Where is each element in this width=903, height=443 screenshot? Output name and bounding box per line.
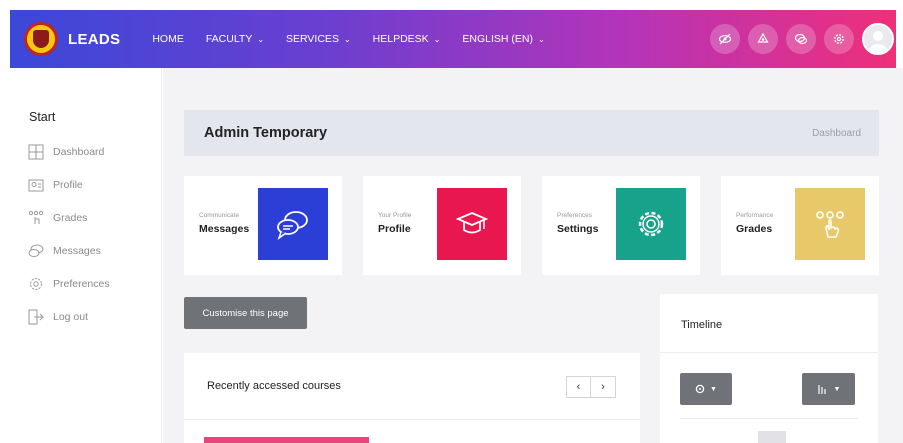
sidebar-item-logout[interactable]: Log out <box>27 307 88 327</box>
user-avatar[interactable] <box>862 23 894 55</box>
nav-services-label: SERVICES <box>286 33 339 45</box>
nav-actions <box>710 10 896 68</box>
nav-faculty-label: FACULTY <box>205 33 253 45</box>
recent-courses-title: Recently accessed courses <box>207 380 341 392</box>
chat-bubbles-icon <box>258 188 328 260</box>
sidebar-item-label: Grades <box>53 212 88 224</box>
sidebar-item-grades[interactable]: Grades <box>27 208 87 228</box>
chevron-down-icon: ⌄ <box>343 34 351 44</box>
gear-icon <box>616 188 686 260</box>
sidebar-item-messages[interactable]: Messages <box>27 241 101 261</box>
card-messages[interactable]: Communicate Messages <box>184 176 342 275</box>
recent-courses-pager: ‹ › <box>566 376 616 398</box>
card-name: Messages <box>199 223 250 235</box>
sidebar-item-label: Log out <box>53 311 89 323</box>
graduation-cap-icon <box>437 188 507 260</box>
prev-page-button[interactable]: ‹ <box>566 376 591 398</box>
gear-icon[interactable] <box>824 24 854 54</box>
sidebar-item-preferences[interactable]: Preferences <box>27 274 110 294</box>
sidebar-item-label: Messages <box>53 245 101 257</box>
sidebar-item-profile[interactable]: Profile <box>27 175 83 195</box>
main-content: Admin Temporary Dashboard Communicate Me… <box>163 68 903 443</box>
top-navbar: LEADS HOME FACULTY ⌄ SERVICES ⌄ HELPDESK ⌄ … <box>10 10 896 68</box>
dashboard-icon <box>27 143 45 161</box>
messages-icon <box>27 242 45 260</box>
card-caption: Preferences <box>557 212 593 219</box>
timeline-title: Timeline <box>681 319 723 331</box>
divider <box>680 418 858 419</box>
chat-icon[interactable] <box>786 24 816 54</box>
card-settings[interactable]: Preferences Settings <box>542 176 700 275</box>
sidebar-item-label: Profile <box>53 179 83 191</box>
eye-slash-icon[interactable] <box>710 24 740 54</box>
nav-language-dropdown[interactable]: ENGLISH (EN) ⌄ <box>462 33 544 45</box>
sidebar-item-label: Preferences <box>53 278 110 290</box>
clock-icon <box>695 384 705 394</box>
brand-name: LEADS <box>68 30 121 48</box>
card-name: Grades <box>736 223 773 235</box>
divider <box>184 419 640 420</box>
card-name: Settings <box>557 223 599 235</box>
rating-hand-icon <box>795 188 865 260</box>
card-grades[interactable]: Performance Grades <box>721 176 879 275</box>
nav-faculty-dropdown[interactable]: FACULTY ⌄ <box>206 33 264 45</box>
nav-services-dropdown[interactable]: SERVICES ⌄ <box>286 33 351 45</box>
course-thumbnail[interactable] <box>204 437 369 443</box>
card-caption: Performance <box>736 212 774 219</box>
nav-language-label: ENGLISH (EN) <box>462 33 533 45</box>
page-title: Admin Temporary <box>204 125 328 141</box>
logout-icon <box>27 308 45 326</box>
brand[interactable]: LEADS <box>24 22 120 56</box>
page-header: Admin Temporary Dashboard <box>184 110 879 156</box>
card-profile[interactable]: Your Profile Profile <box>363 176 521 275</box>
nav-helpdesk-label: HELPDESK <box>372 33 429 45</box>
list-icon <box>758 431 786 443</box>
nav-helpdesk-dropdown[interactable]: HELPDESK ⌄ <box>373 33 441 45</box>
grades-icon <box>27 209 45 227</box>
chevron-down-icon: ⌄ <box>537 34 545 44</box>
chevron-down-icon: ⌄ <box>257 34 265 44</box>
sidebar-item-label: Dashboard <box>53 146 105 158</box>
caret-down-icon: ▼ <box>710 385 717 393</box>
nav-home-label: HOME <box>152 33 184 45</box>
timeline-filter-dropdown[interactable]: ▼ <box>680 373 732 405</box>
sidebar-item-dashboard[interactable]: Dashboard <box>27 142 104 162</box>
caret-down-icon: ▼ <box>833 385 841 393</box>
timeline-panel: Timeline ▼ ▼ <box>660 294 878 443</box>
university-logo-icon <box>24 22 58 56</box>
customise-page-button[interactable]: Customise this page <box>184 297 307 329</box>
sidebar-title: Start <box>29 110 56 124</box>
next-page-button[interactable]: › <box>591 376 616 398</box>
card-caption: Your Profile <box>378 212 412 219</box>
card-name: Profile <box>378 223 411 235</box>
recent-courses-panel: Recently accessed courses ‹ › <box>184 353 640 443</box>
nav-home[interactable]: HOME <box>152 33 184 45</box>
preferences-icon <box>27 275 45 293</box>
timeline-sort-dropdown[interactable]: ▼ <box>802 373 855 405</box>
card-caption: Communicate <box>199 212 240 219</box>
sort-icon <box>817 384 826 394</box>
chevron-down-icon: ⌄ <box>433 34 441 44</box>
divider <box>660 352 878 353</box>
nav-menu: HOME FACULTY ⌄ SERVICES ⌄ HELPDESK ⌄ ENGLIS… <box>152 33 566 45</box>
recycle-icon[interactable] <box>748 24 778 54</box>
profile-icon <box>27 176 45 194</box>
breadcrumb-dashboard[interactable]: Dashboard <box>812 128 861 139</box>
sidebar: Start Dashboard Profile Grades Messages … <box>10 68 162 443</box>
